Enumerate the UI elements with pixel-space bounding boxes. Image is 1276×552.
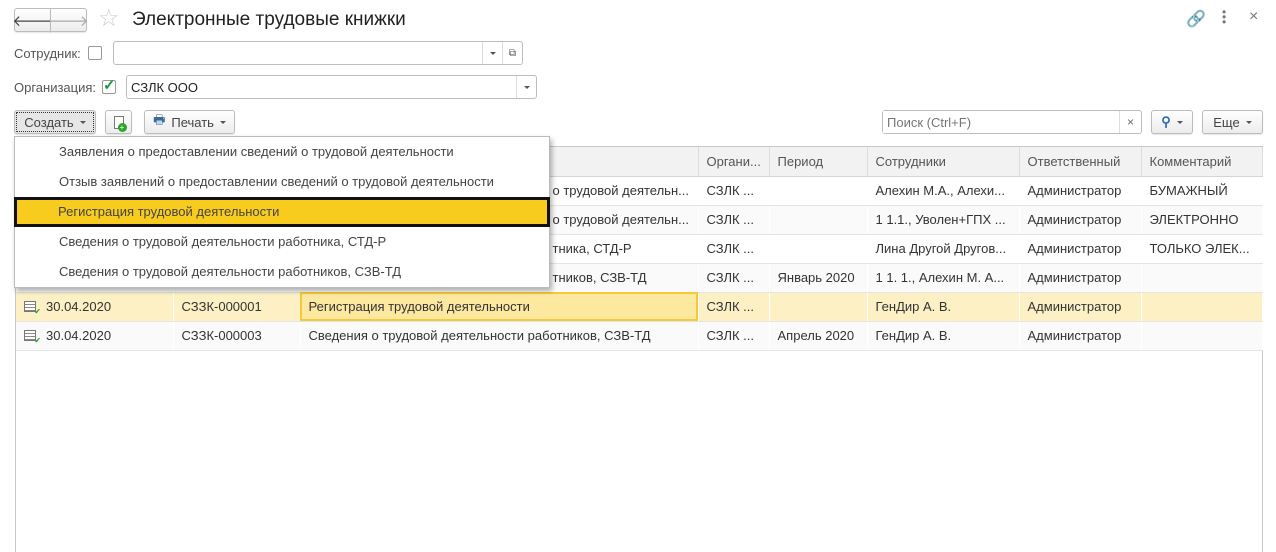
create-menu: Заявления о предоставлении сведений о тр…: [14, 136, 550, 288]
cell-period[interactable]: Апрель 2020: [769, 321, 868, 351]
cell-employees[interactable]: 1 1.1., Уволен+ГПХ ...: [867, 205, 1020, 235]
print-button[interactable]: 🖶 Печать: [144, 110, 235, 134]
cell-employees[interactable]: ГенДир А. В.: [867, 321, 1020, 351]
employee-field[interactable]: ⧉: [113, 41, 523, 65]
checkmark-icon: ✓: [103, 77, 116, 94]
posted-document-icon: [24, 330, 41, 345]
cell-number[interactable]: СЗЗК-000001: [173, 292, 301, 322]
cell-employees[interactable]: Алехин М.А., Алехи...: [867, 176, 1020, 206]
table-row[interactable]: 30.04.2020СЗЗК-000001Регистрация трудово…: [16, 292, 1263, 322]
search-clear-button[interactable]: ×: [1119, 111, 1141, 133]
chevron-down-icon: [1245, 120, 1252, 124]
cell-doc[interactable]: Регистрация трудовой деятельности: [300, 292, 699, 322]
create-copy-button[interactable]: +: [105, 110, 132, 134]
column-header-employees[interactable]: Сотрудники: [867, 147, 1020, 177]
search-text[interactable]: [883, 111, 1113, 133]
cell-org[interactable]: СЗЛК ...: [698, 263, 770, 293]
add-document-icon: +: [113, 115, 127, 132]
menu-item-szv-td[interactable]: Сведения о трудовой деятельности работни…: [15, 257, 549, 287]
org-checkbox[interactable]: ✓: [102, 77, 116, 94]
forward-button[interactable]: 🡒: [48, 8, 89, 32]
menu-item-applications[interactable]: Заявления о предоставлении сведений о тр…: [15, 137, 549, 167]
cell-number[interactable]: СЗЗК-000003: [173, 321, 301, 351]
cell-org[interactable]: СЗЛК ...: [698, 205, 770, 235]
employee-open-button[interactable]: ⧉: [502, 42, 522, 64]
cell-comment[interactable]: БУМАЖНЫЙ: [1141, 176, 1263, 206]
cell-org[interactable]: СЗЛК ...: [698, 292, 770, 322]
printer-icon: 🖶: [153, 112, 166, 127]
open-icon: ⧉: [508, 47, 517, 59]
cell-org[interactable]: СЗЛК ...: [698, 234, 770, 264]
arrow-right-icon: 🡒: [48, 12, 89, 30]
cell-responsible[interactable]: Администратор: [1019, 205, 1142, 235]
cell-comment[interactable]: [1141, 263, 1263, 293]
cell-comment[interactable]: [1141, 292, 1263, 322]
chevron-down-icon: [79, 120, 86, 124]
menu-item-registration[interactable]: Регистрация трудовой деятельности: [14, 197, 550, 227]
column-header-period[interactable]: Период: [769, 147, 868, 177]
chevron-down-icon: [1176, 120, 1183, 124]
arrow-left-icon: 🡐: [12, 12, 53, 30]
cell-period[interactable]: [769, 234, 868, 264]
menu-item-revoke-applications[interactable]: Отзыв заявлений о предоставлении сведени…: [15, 167, 549, 197]
employee-label: Сотрудник:: [14, 46, 81, 61]
cell-period[interactable]: [769, 292, 868, 322]
search-icon: ⚲: [1161, 114, 1171, 129]
menu-item-std-r[interactable]: Сведения о трудовой деятельности работни…: [15, 227, 549, 257]
table-row[interactable]: 30.04.2020СЗЗК-000003Сведения о трудовой…: [16, 321, 1263, 351]
cell-employees[interactable]: Лина Другой Другов...: [867, 234, 1020, 264]
posted-document-icon: [24, 301, 41, 316]
link-icon[interactable]: 🔗: [1186, 9, 1206, 29]
cell-comment[interactable]: [1141, 321, 1263, 351]
cell-comment[interactable]: ЭЛЕКТРОННО: [1141, 205, 1263, 235]
cell-responsible[interactable]: Администратор: [1019, 263, 1142, 293]
create-button[interactable]: Создать: [14, 110, 96, 134]
chevron-down-icon: [523, 85, 530, 89]
cell-period[interactable]: Январь 2020: [769, 263, 868, 293]
cell-period[interactable]: [769, 205, 868, 235]
cell-responsible[interactable]: Администратор: [1019, 234, 1142, 264]
cell-employees[interactable]: ГенДир А. В.: [867, 292, 1020, 322]
cell-responsible[interactable]: Администратор: [1019, 321, 1142, 351]
employee-dropdown-button[interactable]: [482, 42, 502, 64]
cell-org[interactable]: СЗЛК ...: [698, 321, 770, 351]
cell-employees[interactable]: 1 1. 1., Алехин М. А...: [867, 263, 1020, 293]
search-input[interactable]: ×: [882, 110, 1142, 134]
cell-doc[interactable]: Сведения о трудовой деятельности работни…: [300, 321, 699, 351]
cell-date[interactable]: 30.04.2020: [16, 321, 174, 351]
search-options-button[interactable]: ⚲: [1151, 110, 1193, 134]
cell-responsible[interactable]: Администратор: [1019, 176, 1142, 206]
chevron-down-icon: [489, 51, 496, 55]
favorite-star-icon[interactable]: ☆: [98, 4, 120, 33]
cell-period[interactable]: [769, 176, 868, 206]
org-label: Организация:: [14, 80, 97, 95]
back-button[interactable]: 🡐: [12, 8, 53, 32]
org-field[interactable]: СЗЛК ООО: [126, 75, 537, 99]
org-dropdown-button[interactable]: [516, 76, 536, 98]
more-button[interactable]: Еще: [1202, 110, 1263, 134]
column-header-comment[interactable]: Комментарий: [1141, 147, 1263, 177]
column-header-responsible[interactable]: Ответственный: [1019, 147, 1142, 177]
column-header-organization[interactable]: Органи...: [698, 147, 770, 177]
employee-checkbox[interactable]: [88, 46, 102, 60]
close-icon[interactable]: ×: [1249, 8, 1258, 26]
more-vertical-icon[interactable]: • • •: [1222, 6, 1226, 28]
cell-responsible[interactable]: Администратор: [1019, 292, 1142, 322]
chevron-down-icon: [219, 120, 226, 124]
cell-date[interactable]: 30.04.2020: [16, 292, 174, 322]
page-title: Электронные трудовые книжки: [132, 9, 406, 30]
cell-org[interactable]: СЗЛК ...: [698, 176, 770, 206]
cell-comment[interactable]: ТОЛЬКО ЭЛЕК...: [1141, 234, 1263, 264]
